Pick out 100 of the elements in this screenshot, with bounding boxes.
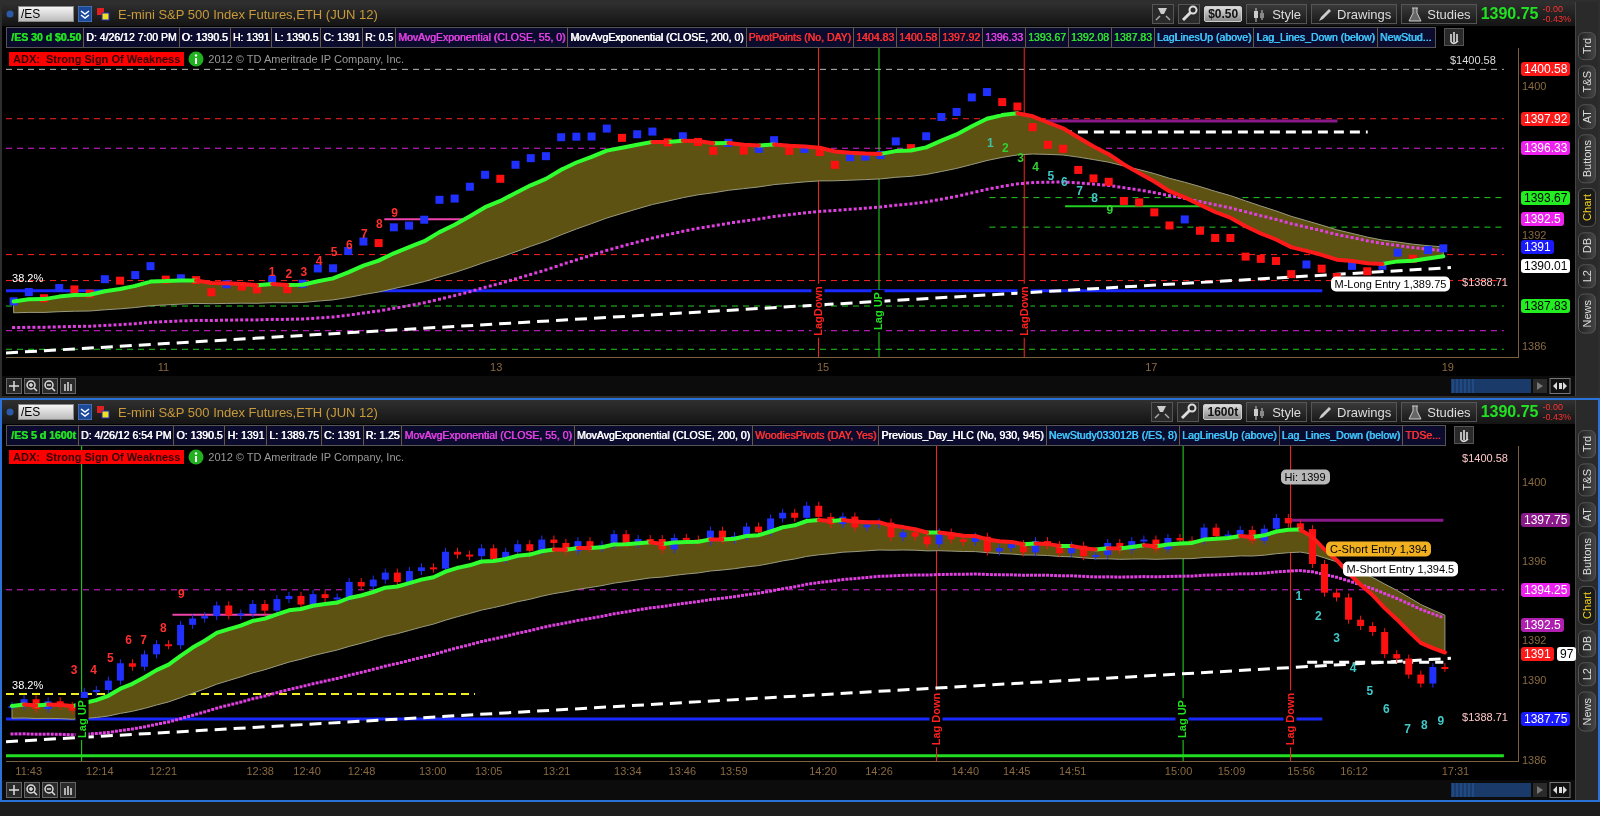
- line-label: Lag Down: [1283, 690, 1297, 748]
- study-label[interactable]: PivotPoints (No, DAY): [746, 27, 854, 47]
- price-tag: 1394.25: [1521, 582, 1571, 597]
- side-tab[interactable]: DB: [1578, 629, 1596, 658]
- aggregation-button[interactable]: 1600t: [1203, 404, 1243, 420]
- count-label: 8: [159, 621, 167, 635]
- study-label[interactable]: NewStud...: [1377, 27, 1434, 47]
- axis-label: 13: [490, 361, 503, 373]
- price-note: 38.2%: [12, 271, 44, 285]
- study-label[interactable]: LagLinesUp (above): [1180, 425, 1280, 445]
- study-label[interactable]: 1397.92: [939, 27, 983, 47]
- study-label[interactable]: 1387.83: [1111, 27, 1155, 47]
- study-label[interactable]: MovAvgExponential (CLOSE, 55, 0): [396, 27, 569, 47]
- study-label[interactable]: Lag_Lines_Down (below): [1254, 27, 1378, 47]
- study-label[interactable]: 1392.08: [1068, 27, 1112, 47]
- study-label[interactable]: O: 1390.5: [174, 425, 226, 445]
- dropdown-icon[interactable]: [78, 6, 92, 22]
- zoom-in-icon[interactable]: [24, 378, 40, 394]
- study-label[interactable]: R: 1.25: [363, 425, 403, 445]
- copyright-text: 2012 © TD Ameritrade IP Company, Inc.: [208, 53, 405, 65]
- axis-label: 12:14: [86, 765, 114, 777]
- study-label[interactable]: C: 1391: [321, 425, 364, 445]
- side-tab[interactable]: DB: [1578, 231, 1596, 260]
- symbol-field[interactable]: /ES: [18, 6, 74, 22]
- price-tag: 1391: [1521, 240, 1554, 255]
- study-label[interactable]: Previous_Day_HLC (No, 930, 945): [879, 425, 1047, 445]
- scroll-bar[interactable]: [1451, 782, 1571, 798]
- circle-icon: [6, 10, 14, 18]
- info-icon[interactable]: [188, 449, 205, 465]
- squares-icon[interactable]: [96, 405, 110, 419]
- study-label[interactable]: WoodiesPivots (DAY, Yes): [752, 425, 880, 445]
- study-label[interactable]: MovAvgExponential (CLOSE, 200, 0): [574, 425, 753, 445]
- symbol-field[interactable]: /ES: [18, 404, 74, 420]
- toolbar-button[interactable]: Drawings: [1311, 402, 1398, 422]
- instrument-title: E-mini S&P 500 Index Futures,ETH (JUN 12): [118, 404, 378, 420]
- crosshair-icon[interactable]: [6, 378, 22, 394]
- last-price: 1390.75: [1480, 5, 1539, 23]
- side-tab[interactable]: L2: [1578, 264, 1596, 289]
- price-tag: 1392.5: [1521, 212, 1564, 227]
- toolbar-button[interactable]: Studies: [1401, 402, 1477, 422]
- study-label[interactable]: 1404.83: [854, 27, 897, 47]
- price-callout: C-Short Entry 1,394: [1325, 541, 1432, 557]
- study-label[interactable]: H: 1391: [230, 27, 273, 47]
- dropdown-icon[interactable]: [78, 404, 92, 420]
- study-label[interactable]: /ES 5 d 1600t: [9, 425, 79, 445]
- count-label: 2: [1002, 141, 1009, 155]
- squares-icon[interactable]: [96, 7, 110, 21]
- aggregation-button[interactable]: $0.50: [1204, 6, 1243, 22]
- axis-label: 13:34: [614, 765, 642, 777]
- axis-label: 13:21: [542, 765, 571, 777]
- study-label[interactable]: H: 1391: [225, 425, 268, 445]
- scroll-bar[interactable]: [1451, 378, 1571, 394]
- study-label[interactable]: L: 1390.5: [272, 27, 322, 47]
- zoom-out-icon[interactable]: [42, 378, 58, 394]
- price-callout: M-Short Entry 1,394.5: [1342, 561, 1459, 577]
- side-tab[interactable]: Trd: [1578, 32, 1596, 61]
- study-label[interactable]: D: 4/26/12 6:54 PM: [78, 425, 175, 445]
- study-label[interactable]: TDSe...: [1403, 425, 1443, 445]
- side-tab[interactable]: News: [1578, 293, 1596, 333]
- zoom-in-icon[interactable]: [24, 782, 40, 798]
- toolbar-button[interactable]: Studies: [1401, 4, 1477, 24]
- crosshair-icon[interactable]: [6, 782, 22, 798]
- study-label[interactable]: /ES 30 d $0.50: [9, 27, 85, 47]
- side-tab[interactable]: L2: [1578, 662, 1596, 687]
- toolbar-button[interactable]: Style: [1246, 402, 1308, 422]
- side-tab[interactable]: T&S: [1578, 463, 1596, 497]
- study-label[interactable]: Lag_Lines_Down (below): [1279, 425, 1404, 445]
- wrench-icon[interactable]: [1178, 4, 1201, 24]
- study-label[interactable]: LagLinesUp (above): [1154, 27, 1255, 47]
- line-label: Lag Down: [929, 690, 943, 748]
- count-label: 1: [268, 265, 276, 279]
- side-tab[interactable]: News: [1578, 691, 1596, 731]
- percent-change: -0.43%: [1542, 412, 1571, 422]
- side-tab[interactable]: Chart: [1578, 586, 1596, 625]
- study-label[interactable]: 1400.58: [897, 27, 940, 47]
- study-label[interactable]: L: 1389.75: [267, 425, 322, 445]
- study-label[interactable]: 1393.67: [1025, 27, 1069, 47]
- toolbar-button[interactable]: Style: [1246, 4, 1308, 24]
- study-label[interactable]: D: 4/26/12 7:00 PM: [84, 27, 180, 47]
- side-tab[interactable]: AT: [1578, 103, 1596, 129]
- side-tab[interactable]: Trd: [1578, 430, 1596, 459]
- price-tag: 1387.75: [1521, 711, 1571, 726]
- zoom-out-icon[interactable]: [42, 782, 58, 798]
- wrench-icon[interactable]: [1177, 402, 1200, 422]
- side-tab[interactable]: T&S: [1578, 65, 1596, 99]
- side-tab[interactable]: AT: [1578, 501, 1596, 527]
- study-label[interactable]: MovAvgExponential (CLOSE, 55, 0): [402, 425, 575, 445]
- side-tab[interactable]: Chart: [1578, 188, 1596, 227]
- toolbar-button[interactable]: Drawings: [1311, 4, 1398, 24]
- study-label[interactable]: C: 1391: [321, 27, 363, 47]
- info-icon[interactable]: [188, 51, 205, 67]
- price-note: $1400.58: [1449, 53, 1496, 67]
- study-label[interactable]: O: 1390.5: [179, 27, 231, 47]
- study-label[interactable]: 1396.33: [982, 27, 1026, 47]
- flask-icon: [1407, 5, 1424, 23]
- side-tab[interactable]: Buttons: [1578, 133, 1596, 184]
- side-tab[interactable]: Buttons: [1578, 531, 1596, 582]
- study-label[interactable]: NewStudy033012B (/ES, 8): [1046, 425, 1180, 445]
- study-label[interactable]: R: 0.5: [363, 27, 397, 47]
- study-label[interactable]: MovAvgExponential (CLOSE, 200, 0): [568, 27, 747, 47]
